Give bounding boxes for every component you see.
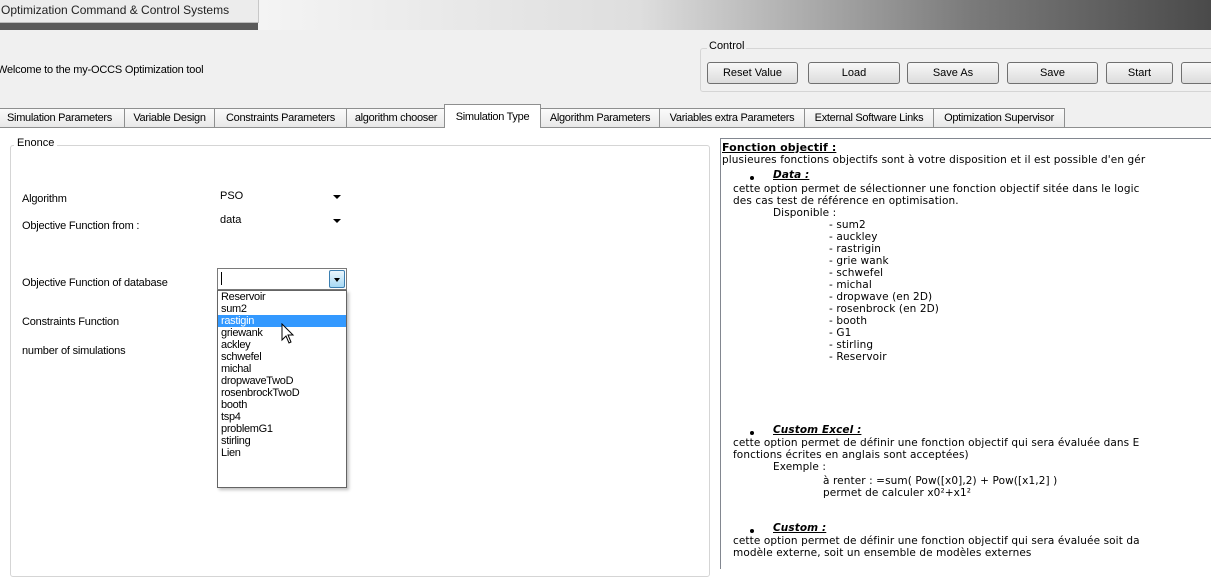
data-line-2: des cas test de référence en optimisatio… <box>733 195 959 207</box>
excel-line-2: fonctions écrites en anglais sont accept… <box>733 449 969 461</box>
title-segment: Optimization Command & Control Systems <box>0 0 259 23</box>
algorithm-value: PSO <box>220 190 244 202</box>
tab-optimization-supervisor[interactable]: Optimization Supervisor <box>933 108 1065 127</box>
function-list-item: - schwefel <box>829 267 884 279</box>
enonce-group <box>10 145 710 577</box>
help-text-panel[interactable]: Fonction objectif : plusieures fonctions… <box>720 138 1211 569</box>
bullet-icon <box>750 529 754 533</box>
objective-db-label: Objective Function of database <box>22 277 168 289</box>
exemple-line-1: à renter : =sum( Pow([x0],2) + Pow([x1,2… <box>823 475 1058 487</box>
start-button[interactable]: Start <box>1106 62 1173 84</box>
disponible-label: Disponible : <box>773 207 837 219</box>
tab-variables-extra-parameters[interactable]: Variables extra Parameters <box>659 108 805 127</box>
tab-algorithm-parameters[interactable]: Algorithm Parameters <box>540 108 660 127</box>
chevron-down-icon <box>334 278 340 282</box>
function-list-item: - rastrigin <box>829 243 882 255</box>
dropdown-item[interactable]: sum2 <box>218 303 346 315</box>
dropdown-item[interactable]: schwefel <box>218 351 346 363</box>
custom-title: Custom : <box>773 522 827 534</box>
function-list-item: - michal <box>829 279 872 291</box>
objective-from-select[interactable]: data <box>217 211 345 231</box>
tab-external-software-links[interactable]: External Software Links <box>804 108 934 127</box>
custom-line-2: modèle externe, soit un ensemble de modè… <box>733 547 1032 559</box>
reset-value-button[interactable]: Reset Value <box>707 62 798 84</box>
mouse-pointer-icon <box>281 323 295 344</box>
dropdown-item[interactable]: Lien <box>218 447 346 459</box>
dropdown-item[interactable]: stirling <box>218 435 346 447</box>
window-title: Optimization Command & Control Systems <box>1 3 230 17</box>
title-bar: Optimization Command & Control Systems <box>0 0 1211 30</box>
save-as-button[interactable]: Save As <box>907 62 999 84</box>
control-group-label: Control <box>707 40 747 52</box>
objective-db-select[interactable] <box>217 268 347 290</box>
objective-from-value: data <box>220 214 242 226</box>
load-button[interactable]: Load <box>808 62 900 84</box>
objective-from-label: Objective Function from : <box>22 220 140 232</box>
tab-constraints-parameters[interactable]: Constraints Parameters <box>214 108 347 127</box>
dropdown-item[interactable]: booth <box>218 399 346 411</box>
bullet-icon <box>750 431 754 435</box>
algorithm-label: Algorithm <box>22 193 67 205</box>
help-intro: plusieures fonctions objectifs sont à vo… <box>722 154 1146 166</box>
extra-button-partial[interactable] <box>1181 62 1211 84</box>
welcome-text: Welcome to the my-OCCS Optimization tool <box>0 64 204 76</box>
dropdown-item[interactable]: michal <box>218 363 346 375</box>
text-caret <box>221 272 222 285</box>
bullet-icon <box>750 176 754 180</box>
function-list-item: - G1 <box>829 327 852 339</box>
function-list-item: - rosenbrock (en 2D) <box>829 303 939 315</box>
tab-simulation-parameters[interactable]: Simulation Parameters <box>0 108 125 127</box>
tab-simulation-type[interactable]: Simulation Type <box>444 104 541 128</box>
function-list-item: - sum2 <box>829 219 866 231</box>
function-list-item: - booth <box>829 315 868 327</box>
function-list-item: - stirling <box>829 339 874 351</box>
chevron-down-icon <box>333 219 341 223</box>
dropdown-item[interactable]: rosenbrockTwoD <box>218 387 346 399</box>
excel-line-1: cette option permet de définir une fonct… <box>733 437 1140 449</box>
tab-variable-design[interactable]: Variable Design <box>124 108 215 127</box>
function-list-item: - dropwave (en 2D) <box>829 291 933 303</box>
exemple-line-2: permet de calculer x0²+x1² <box>823 487 972 499</box>
title-bar-background <box>258 0 1211 30</box>
function-list-item: - Reservoir <box>829 351 887 363</box>
dropdown-item[interactable]: tsp4 <box>218 411 346 423</box>
function-list-item: - grie wank <box>829 255 889 267</box>
data-title: Data : <box>773 169 810 181</box>
exemple-label: Exemple : <box>773 461 827 473</box>
help-heading: Fonction objectif : <box>722 141 837 154</box>
number-of-simulations-label: number of simulations <box>22 345 126 357</box>
dropdown-button[interactable] <box>329 270 345 288</box>
dropdown-item[interactable]: dropwaveTwoD <box>218 375 346 387</box>
function-list-item: - auckley <box>829 231 878 243</box>
custom-line-1: cette option permet de définir une fonct… <box>733 535 1140 547</box>
data-line-1: cette option permet de sélectionner une … <box>733 183 1140 195</box>
save-button[interactable]: Save <box>1007 62 1098 84</box>
custom-excel-title: Custom Excel : <box>773 424 862 436</box>
objective-db-dropdown-list[interactable]: Reservoir sum2 rastigin griewank ackley schwe… <box>217 290 347 488</box>
algorithm-select[interactable]: PSO <box>217 187 345 207</box>
tab-algorithm-chooser[interactable]: algorithm chooser <box>346 108 446 127</box>
chevron-down-icon <box>333 195 341 199</box>
dropdown-item[interactable]: Reservoir <box>218 291 346 303</box>
enonce-group-label: Enonce <box>14 137 58 149</box>
dropdown-item[interactable]: problemG1 <box>218 423 346 435</box>
constraints-function-label: Constraints Function <box>22 316 119 328</box>
